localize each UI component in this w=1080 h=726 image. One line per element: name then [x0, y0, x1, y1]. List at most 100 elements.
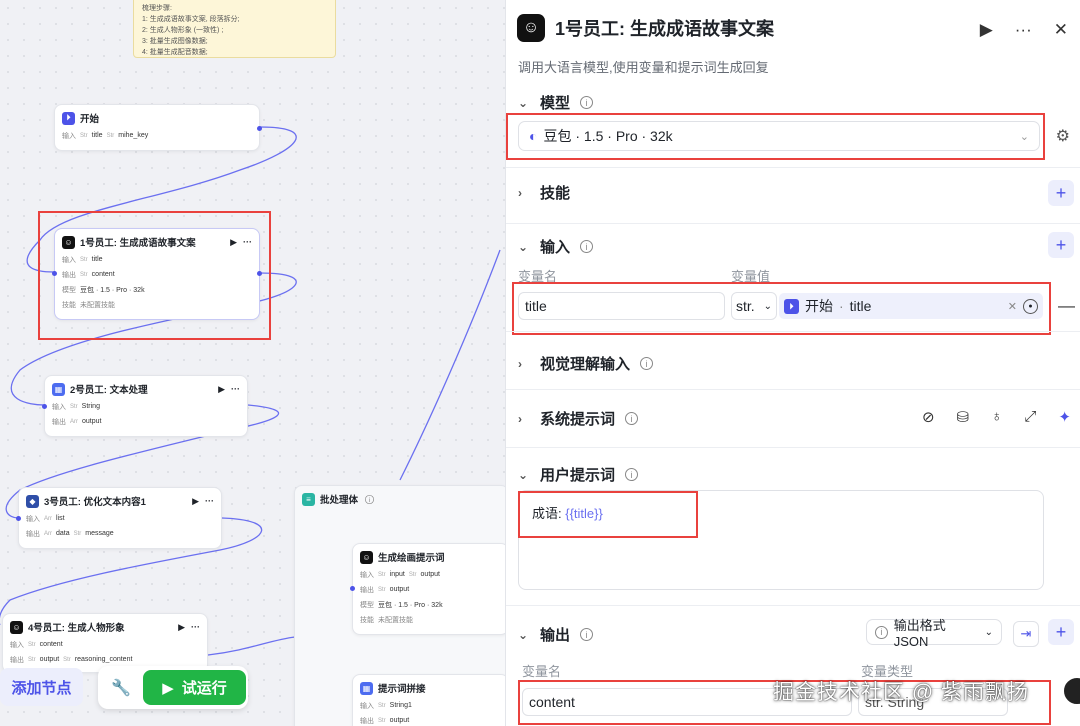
chevron-down-icon: ⌄	[1019, 130, 1029, 143]
llm-icon: ☺	[517, 14, 545, 42]
test-run-button[interactable]: ▶ 试运行	[143, 670, 246, 705]
row-label: 输入	[10, 641, 24, 649]
info-icon: i	[580, 96, 594, 109]
chevron-down-icon[interactable]: ⌄	[518, 468, 530, 482]
workflow-canvas[interactable]: 梳理步骤: 1: 生成成语故事文案, 段落拆分; 2: 生成人物形象 (一致性)…	[0, 0, 505, 726]
var-tag: title	[91, 256, 103, 263]
more-icon[interactable]: ···	[231, 384, 240, 395]
add-skill-button[interactable]: +	[1048, 180, 1074, 206]
var-tag: message	[85, 530, 114, 537]
note-title: 梳理步骤:	[142, 5, 172, 12]
more-icon[interactable]: ···	[1015, 20, 1032, 40]
run-icon[interactable]: ▶	[192, 496, 199, 507]
output-port[interactable]	[257, 271, 262, 276]
llm-node-4[interactable]: ☺ 4号员工: 生成人物形象 ▶ ··· 输入 Str content 输出 Str ou…	[2, 613, 208, 673]
var-reference[interactable]: ⏵ 开始 · title ✕ ●	[779, 293, 1043, 319]
run-icon[interactable]: ▶	[218, 384, 225, 395]
var-tag: output	[389, 717, 410, 724]
start-node[interactable]: ⏵ 开始 输入 Str title Str mihe_key	[54, 104, 262, 151]
node-title: 2号员工: 文本处理	[70, 385, 148, 396]
sparkle-icon[interactable]: ✦	[1058, 408, 1071, 426]
model-select[interactable]: ◐ 豆包 · 1.5 · Pro · 32k ⌄	[518, 121, 1040, 151]
text-node-concat[interactable]: ▦ 提示词拼接 输入 Str String1 输出 Str output	[352, 674, 505, 726]
section-title: 模型	[540, 95, 571, 112]
var-name-input[interactable]: title	[518, 292, 725, 320]
llm-node-draw[interactable]: ☺ 生成绘画提示词 输入 Str input Str output 输出 Str outpu…	[350, 543, 505, 635]
panel-subtitle: 调用大语言模型,使用变量和提示词生成回复	[518, 60, 769, 75]
row-label: 输出	[10, 656, 24, 664]
compass-icon[interactable]: ⊘	[922, 408, 935, 426]
row-label: 模型	[360, 601, 374, 609]
clear-icon[interactable]: ✕	[1008, 300, 1017, 313]
more-icon[interactable]: ···	[243, 237, 252, 248]
note-line: 2: 生成人物形象 (一致性) ;	[142, 27, 224, 34]
chevron-right-icon[interactable]: ›	[518, 186, 530, 200]
prompt-prefix: 成语:	[532, 506, 566, 521]
input-port[interactable]	[42, 404, 47, 409]
row-label: 输入	[26, 515, 40, 523]
skill-tag: 未配置技能	[80, 301, 115, 309]
run-icon[interactable]: ▶	[178, 622, 185, 633]
chevron-right-icon[interactable]: ›	[518, 357, 530, 371]
play-icon: ▶	[162, 679, 174, 697]
chevron-down-icon[interactable]: ⌄	[518, 240, 530, 254]
run-icon[interactable]: ▶	[980, 20, 993, 40]
wrench-icon[interactable]: 🔧	[111, 678, 131, 698]
output-port[interactable]	[257, 126, 262, 131]
sticky-note[interactable]: 梳理步骤: 1: 生成成语故事文案, 段落拆分; 2: 生成人物形象 (一致性)…	[133, 0, 336, 58]
chevron-right-icon[interactable]: ›	[518, 412, 530, 426]
add-input-button[interactable]: +	[1048, 232, 1074, 258]
add-node-button[interactable]: 添加节点	[0, 668, 83, 706]
input-port[interactable]	[16, 516, 21, 521]
var-tag: reasoning_content	[74, 656, 133, 663]
var-tag: output	[389, 586, 410, 593]
var-tag: list	[56, 515, 65, 522]
code-icon: ▦	[52, 382, 65, 396]
llm-node-1[interactable]: ☺ 1号员工: 生成成语故事文案 ▶ ··· 输入 Str title 输出 Str co…	[52, 228, 262, 320]
code-node-3[interactable]: ◆ 3号员工: 优化文本内容1 ▶ ··· 输入 Arr list 输出 Arr data…	[16, 487, 222, 549]
row-label: 输出	[26, 530, 40, 538]
gear-icon[interactable]: ⚙	[1056, 126, 1070, 146]
add-output-button[interactable]: +	[1048, 619, 1074, 645]
model-tag: 豆包 · 1.5 · Pro · 32k	[80, 286, 145, 294]
var-tag: data	[56, 530, 70, 537]
var-tag: input	[389, 571, 405, 578]
node-title: 批处理体	[320, 495, 359, 506]
var-name-header: 变量名	[518, 269, 558, 284]
row-label: 输出	[62, 271, 76, 279]
info-icon: i	[640, 357, 654, 370]
section-title: 技能	[540, 185, 571, 202]
run-icon[interactable]: ▶	[230, 237, 237, 248]
row-label: 输入	[62, 256, 76, 264]
test-run-label: 试运行	[181, 680, 227, 697]
format-value: 输出格式JSON	[893, 618, 946, 649]
more-icon[interactable]: ···	[205, 496, 214, 507]
more-icon[interactable]: ···	[191, 622, 200, 633]
expand-icon[interactable]: ⤢	[1024, 408, 1036, 426]
section-title: 用户提示词	[540, 467, 616, 484]
var-type-select[interactable]: str. ⌄	[731, 292, 777, 320]
ref-var: title	[849, 298, 872, 314]
info-icon: i	[580, 240, 594, 253]
skills-section: › 技能 +	[506, 167, 1080, 223]
chevron-down-icon[interactable]: ⌄	[518, 96, 530, 110]
import-icon[interactable]: ⇥	[1013, 621, 1039, 647]
target-icon[interactable]: ●	[1023, 298, 1038, 314]
input-section: ⌄ 输入 i + 变量名 变量值 title str. ⌄ ⏵ 开始 · tit…	[506, 223, 1080, 343]
input-port[interactable]	[52, 271, 57, 276]
code-node-2[interactable]: ▦ 2号员工: 文本处理 ▶ ··· 输入 Str String 输出 Arr outpu…	[42, 375, 248, 437]
chevron-down-icon: ⌄	[763, 300, 772, 312]
section-title: 输出	[540, 627, 571, 644]
user-prompt-editor[interactable]: 成语: {{title}}	[518, 490, 1044, 590]
input-port[interactable]	[350, 586, 355, 591]
bulb-icon[interactable]: ♁	[991, 408, 1002, 426]
close-icon[interactable]: ✕	[1054, 20, 1068, 40]
node-title: 3号员工: 优化文本内容1	[44, 497, 146, 508]
var-tag: output	[39, 656, 60, 663]
chevron-down-icon[interactable]: ⌄	[518, 628, 530, 642]
row-label: 输入	[360, 571, 374, 579]
remove-row-icon[interactable]: —	[1058, 296, 1075, 316]
output-format-select[interactable]: i 输出格式JSON ⌄	[866, 618, 1002, 649]
note-line: 3: 批量生成图像数据;	[142, 38, 208, 45]
library-icon[interactable]: ⛁	[957, 408, 970, 426]
